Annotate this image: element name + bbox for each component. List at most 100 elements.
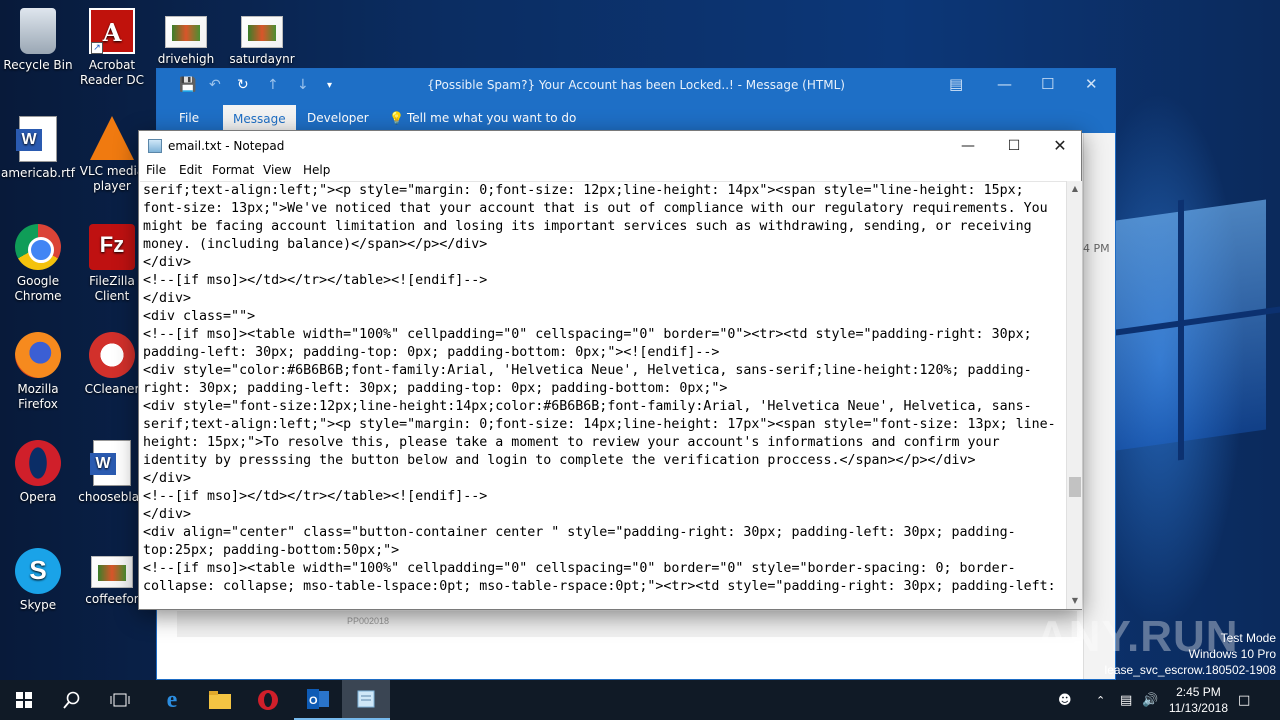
notepad-text-line: </div> bbox=[143, 255, 192, 270]
windows-logo-divider bbox=[1178, 199, 1184, 461]
taskbar-file-explorer[interactable] bbox=[196, 680, 244, 720]
menu-format[interactable]: Format bbox=[212, 163, 254, 177]
outlook-ribbon-tabs: File Message Developer 💡 Tell me what yo… bbox=[157, 103, 1115, 133]
taskbar-outlook[interactable]: O bbox=[294, 680, 342, 720]
notepad-text-line: height: 15px;">To resolve this, please t… bbox=[143, 435, 1000, 450]
notepad-text-line: font-size: 13px;">We've noticed that you… bbox=[143, 201, 1048, 216]
minimize-icon[interactable]: — bbox=[997, 75, 1012, 93]
image-file-icon bbox=[91, 556, 133, 588]
notepad-menu-bar: File Edit Format View Help bbox=[139, 161, 1081, 181]
desktop-icon-drivehigh[interactable]: drivehigh bbox=[148, 8, 224, 67]
test-mode-notice: Test Mode Windows 10 Pro lease_svc_escro… bbox=[1105, 630, 1276, 678]
acrobat-icon: ↗ bbox=[89, 8, 135, 54]
desktop-icon-chrome[interactable]: Google Chrome bbox=[0, 224, 76, 304]
desktop-icon-firefox[interactable]: Mozilla Firefox bbox=[0, 332, 76, 412]
menu-help[interactable]: Help bbox=[303, 163, 330, 177]
lightbulb-icon: 💡 bbox=[389, 111, 404, 125]
notepad-text-line: collapse: collapse; mso-table-lspace:0pt… bbox=[143, 579, 1056, 594]
windows-start-icon bbox=[16, 692, 32, 708]
shortcut-arrow-icon: ↗ bbox=[91, 42, 103, 54]
people-icon[interactable]: ☻ bbox=[1058, 680, 1072, 720]
notepad-text-area[interactable]: serif;text-align:left;"><p style="margin… bbox=[140, 181, 1066, 609]
notepad-text-line: <!--[if mso]></td></tr></table><![endif]… bbox=[143, 273, 488, 288]
notepad-icon bbox=[357, 690, 375, 708]
image-file-icon bbox=[241, 16, 283, 48]
notepad-text-line: </div> bbox=[143, 291, 192, 306]
word-doc-icon bbox=[16, 116, 57, 162]
desktop-icon-label: Recycle Bin bbox=[3, 58, 73, 72]
notepad-text-line: <div style="font-size:12px;line-height:1… bbox=[143, 399, 1032, 414]
desktop-icon-label: drivehigh bbox=[157, 52, 215, 66]
email-footer: PP002018 bbox=[177, 611, 1077, 637]
taskbar-clock[interactable]: 2:45 PM 11/13/2018 bbox=[1169, 684, 1228, 716]
search-button[interactable] bbox=[48, 680, 96, 720]
menu-view[interactable]: View bbox=[263, 163, 291, 177]
taskbar-notepad[interactable] bbox=[342, 680, 390, 720]
scroll-down-icon[interactable]: ▼ bbox=[1067, 593, 1083, 609]
notepad-title-bar[interactable]: email.txt - Notepad — ☐ ✕ bbox=[139, 131, 1081, 161]
firefox-icon bbox=[15, 332, 61, 378]
windows-logo-graphic bbox=[1116, 199, 1266, 451]
footer-code: PP002018 bbox=[347, 616, 390, 626]
tab-file[interactable]: File bbox=[179, 111, 199, 125]
start-button[interactable] bbox=[0, 680, 48, 720]
svg-text:O: O bbox=[309, 695, 318, 707]
taskbar-edge[interactable]: e bbox=[148, 680, 196, 720]
ribbon-display-icon[interactable]: ▤ bbox=[949, 75, 963, 93]
notepad-text-line: padding-left: 30px; padding-top: 0px; pa… bbox=[143, 345, 720, 360]
recycle-bin-icon bbox=[20, 8, 56, 54]
desktop-icon-label: Mozilla Firefox bbox=[17, 382, 59, 411]
desktop-icon-label: americab.rtf bbox=[1, 166, 75, 180]
desktop-icon-saturdaynr[interactable]: saturdaynr bbox=[224, 8, 300, 67]
image-file-icon bbox=[165, 16, 207, 48]
filezilla-icon bbox=[89, 224, 135, 270]
vertical-scrollbar[interactable]: ▲ ▼ bbox=[1066, 181, 1082, 609]
maximize-icon[interactable]: ☐ bbox=[1041, 75, 1054, 93]
maximize-button[interactable]: ☐ bbox=[991, 131, 1037, 161]
ccleaner-icon bbox=[89, 332, 135, 378]
tab-developer[interactable]: Developer bbox=[307, 111, 369, 125]
notepad-text-line: <div align="center" class="button-contai… bbox=[143, 525, 1016, 540]
notepad-text-line: <!--[if mso]></td></tr></table><![endif]… bbox=[143, 489, 488, 504]
close-icon[interactable]: ✕ bbox=[1085, 75, 1098, 93]
message-time: 4 PM bbox=[1083, 242, 1110, 255]
notepad-text-line: serif;text-align:left;"><p style="margin… bbox=[143, 183, 1024, 198]
desktop-icon-label: Skype bbox=[19, 598, 57, 612]
clock-date: 11/13/2018 bbox=[1168, 701, 1228, 715]
close-button[interactable]: ✕ bbox=[1037, 131, 1083, 161]
menu-edit[interactable]: Edit bbox=[179, 163, 202, 177]
taskbar-opera[interactable] bbox=[244, 680, 292, 720]
desktop-icon-recycle-bin[interactable]: Recycle Bin bbox=[0, 8, 76, 73]
scroll-thumb[interactable] bbox=[1069, 477, 1081, 497]
show-hidden-icons-chevron-up-icon[interactable]: ⌃ bbox=[1096, 680, 1105, 720]
notepad-text-line: top:25px; padding-bottom:50px;"> bbox=[143, 543, 400, 558]
notepad-text-line: serif;text-align:left;"><p style="margin… bbox=[143, 417, 1056, 432]
task-view-button[interactable] bbox=[96, 680, 144, 720]
network-icon[interactable]: ▤ bbox=[1120, 680, 1132, 720]
opera-icon bbox=[15, 440, 61, 486]
tell-me-search[interactable]: Tell me what you want to do bbox=[407, 111, 576, 125]
desktop-icon-opera[interactable]: Opera bbox=[0, 440, 76, 505]
scroll-up-icon[interactable]: ▲ bbox=[1067, 181, 1083, 197]
desktop-icon-skype[interactable]: Skype bbox=[0, 548, 76, 613]
notepad-text-line: </div> bbox=[143, 471, 192, 486]
outlook-reading-scrollbar[interactable] bbox=[1083, 133, 1115, 679]
windows-edition-line: Windows 10 Pro bbox=[1188, 647, 1276, 661]
volume-icon[interactable]: 🔊 bbox=[1142, 680, 1158, 720]
notepad-text-line: <!--[if mso]><table width="100%" cellpad… bbox=[143, 327, 1032, 342]
clock-time: 2:45 PM bbox=[1176, 685, 1221, 699]
desktop-icon-americab[interactable]: americab.rtf bbox=[0, 116, 76, 181]
notepad-window[interactable]: email.txt - Notepad — ☐ ✕ File Edit Form… bbox=[138, 130, 1082, 610]
desktop-icon-acrobat[interactable]: ↗ Acrobat Reader DC bbox=[74, 8, 150, 88]
outlook-icon: O bbox=[307, 689, 329, 709]
taskbar: e O ☻ ⌃ ▤ 🔊 2:45 PM 11/13/2018 □ bbox=[0, 680, 1280, 720]
minimize-button[interactable]: — bbox=[945, 131, 991, 161]
outlook-title-bar[interactable]: 💾 ↶ ↻ ↑ ↓ ▾ {Possible Spam?} Your Accoun… bbox=[157, 69, 1115, 103]
tab-message[interactable]: Message bbox=[223, 105, 296, 133]
notepad-text-line: <div style="color:#6B6B6B;font-family:Ar… bbox=[143, 363, 1032, 378]
desktop-icon-label: Acrobat Reader DC bbox=[80, 58, 144, 87]
word-doc-icon bbox=[90, 440, 131, 486]
menu-file[interactable]: File bbox=[146, 163, 166, 177]
notifications-icon[interactable]: □ bbox=[1238, 680, 1250, 720]
notepad-text-line: </div> bbox=[143, 507, 192, 522]
